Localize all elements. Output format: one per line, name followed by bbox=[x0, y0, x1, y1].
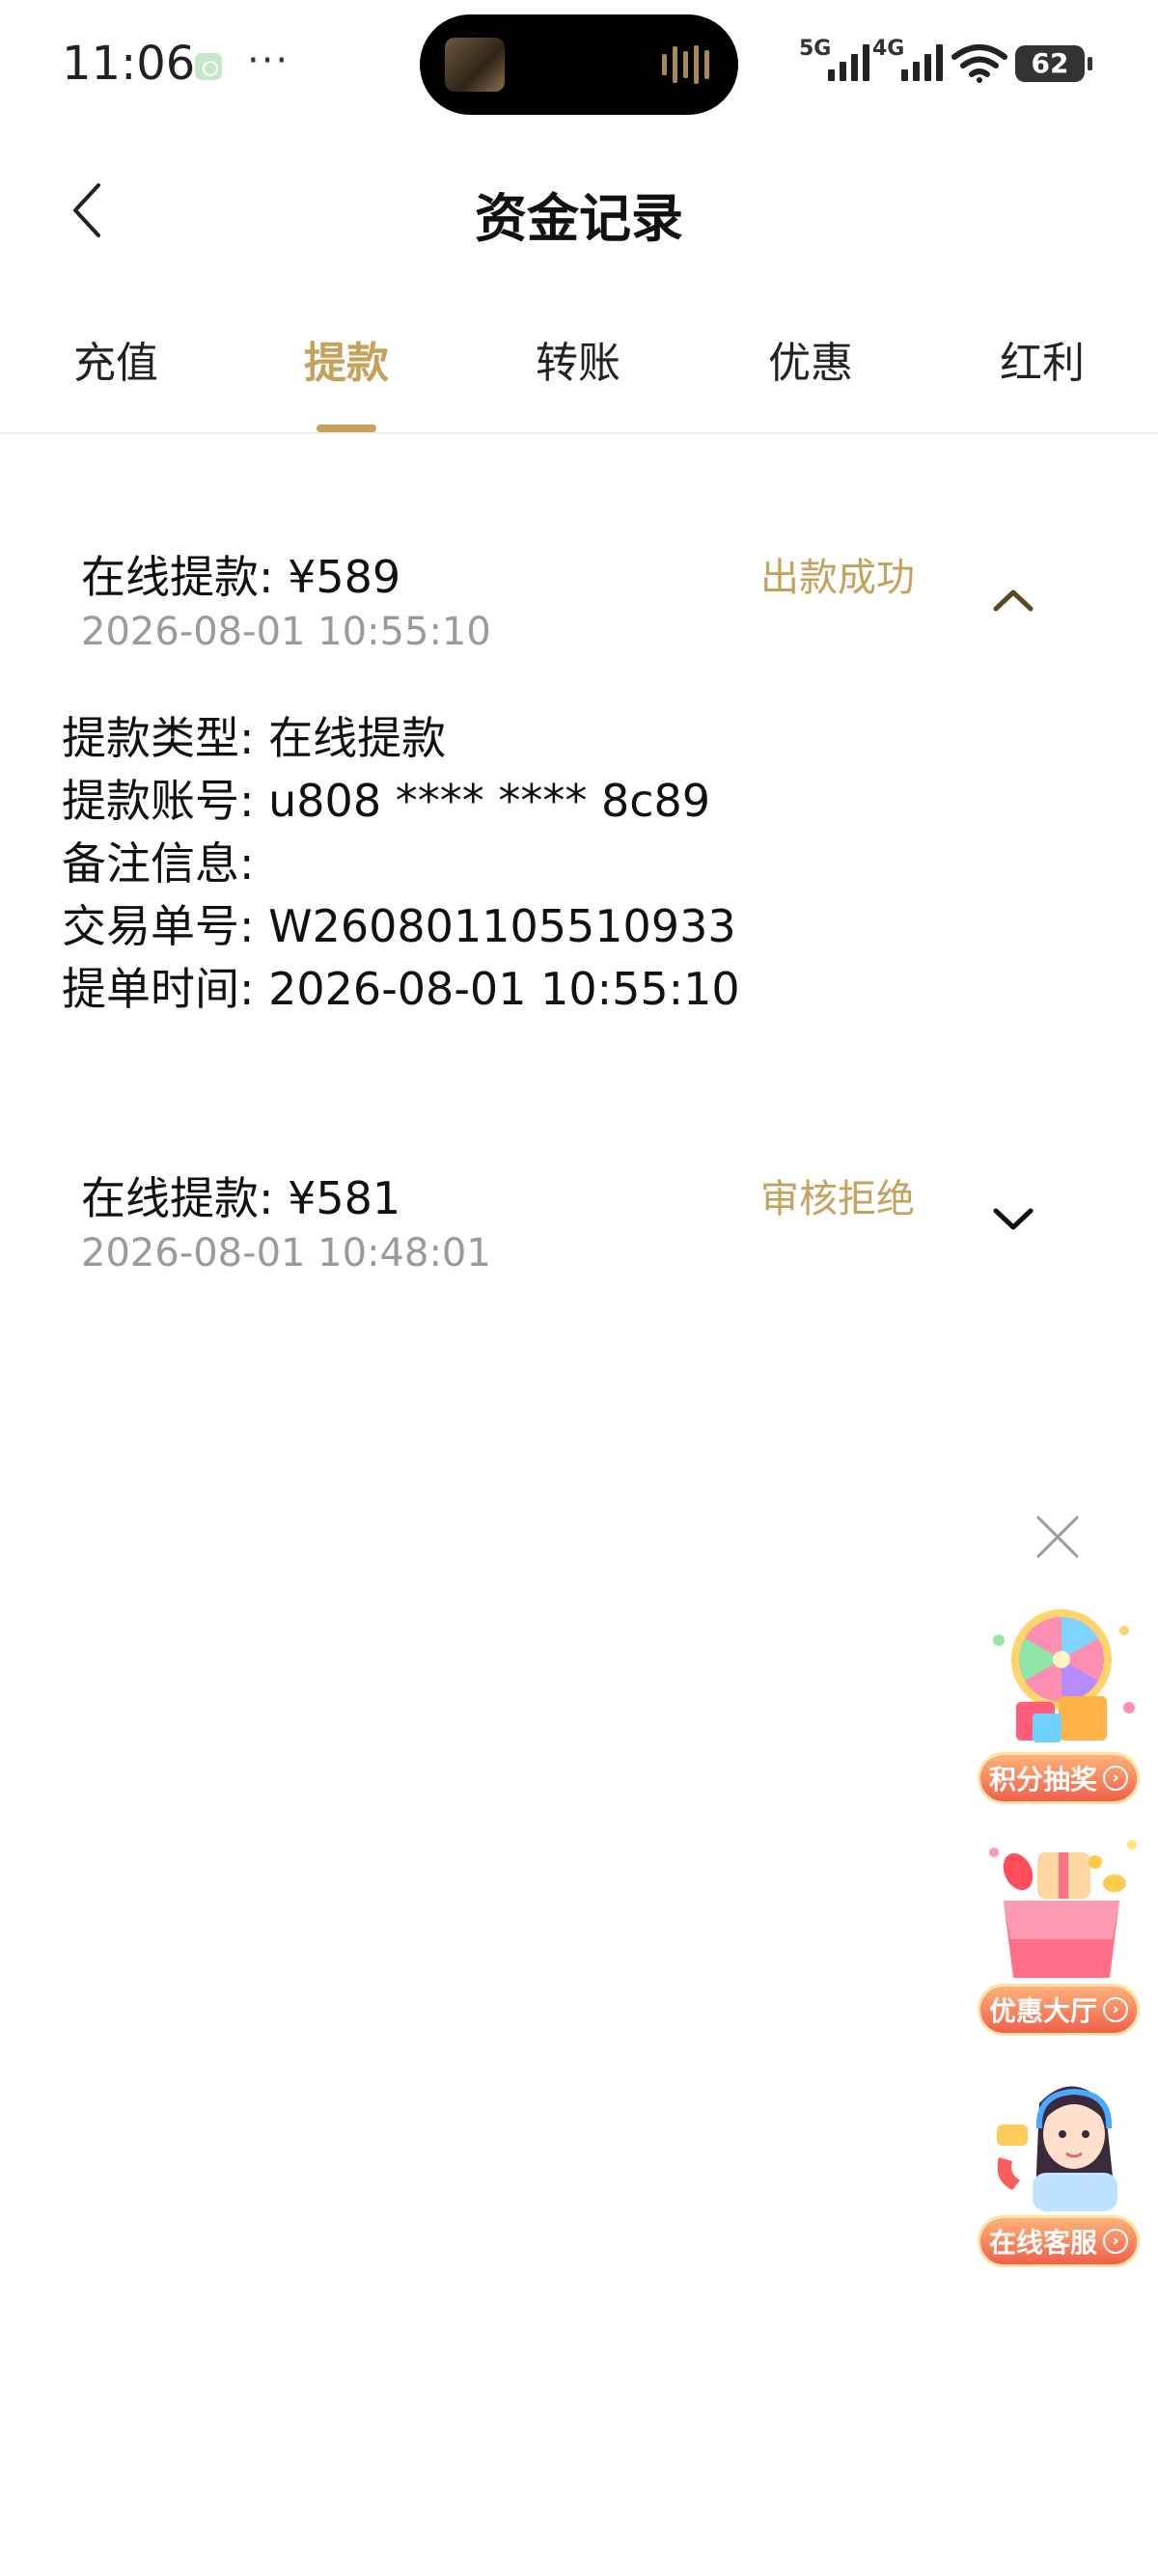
gift-box-icon bbox=[989, 1840, 1137, 1978]
record-time: 2026-08-01 10:48:01 bbox=[81, 1231, 491, 1275]
detail-label: 备注信息: bbox=[62, 837, 255, 890]
close-icon bbox=[1036, 1516, 1079, 1558]
withdrawal-record[interactable]: 在线提款: ¥581 2026-08-01 10:48:01 审核拒绝 bbox=[0, 1146, 1158, 1301]
withdrawal-record[interactable]: 在线提款: ¥589 2026-08-01 10:55:10 出款成功 提款类型… bbox=[0, 521, 1158, 1061]
chevron-right-icon: › bbox=[1103, 1997, 1128, 2022]
promo-label: 在线客服 › bbox=[978, 2215, 1140, 2267]
record-status: 出款成功 bbox=[760, 556, 915, 600]
wifi-icon bbox=[951, 44, 1007, 83]
record-title: 在线提款: ¥581 bbox=[81, 1172, 401, 1224]
record-type-tabs: 充值 提款 转账 优惠 红利 bbox=[0, 309, 1158, 434]
record-time: 2026-08-01 10:55:10 bbox=[81, 610, 491, 654]
collapse-toggle[interactable] bbox=[984, 571, 1042, 629]
media-thumbnail bbox=[445, 38, 505, 92]
status-bar: 11:06 ··· 5G 4G 62 bbox=[0, 0, 1158, 135]
chevron-down-icon bbox=[993, 1208, 1034, 1230]
record-details: 提款类型: 在线提款 提款账号: u808 **** **** 8c89 备注信… bbox=[62, 707, 740, 1021]
detail-remark: 备注信息: bbox=[62, 833, 740, 895]
tab-withdrawal[interactable]: 提款 bbox=[269, 328, 424, 390]
points-lottery-button[interactable]: 积分抽奖 › bbox=[970, 1602, 1153, 1814]
network-type-5g: 5G bbox=[799, 37, 832, 61]
chevron-up-icon bbox=[993, 589, 1034, 612]
prize-wheel-icon bbox=[993, 1609, 1135, 1742]
promo-label-text: 在线客服 bbox=[988, 2227, 1097, 2259]
record-status: 审核拒绝 bbox=[760, 1177, 915, 1221]
status-time: 11:06 bbox=[62, 37, 196, 91]
signal-bars-icon bbox=[901, 44, 943, 81]
detail-transaction-number: 交易单号: W260801105510933 bbox=[62, 895, 740, 958]
promo-label: 优惠大厅 › bbox=[978, 1984, 1140, 2036]
promo-label-text: 优惠大厅 bbox=[988, 1995, 1097, 2027]
promo-label: 积分抽奖 › bbox=[978, 1752, 1140, 1804]
detail-submit-time: 提单时间: 2026-08-01 10:55:10 bbox=[62, 958, 740, 1021]
detail-value: W260801105510933 bbox=[268, 900, 736, 952]
signal-bars-icon bbox=[828, 44, 869, 81]
detail-value: u808 **** **** 8c89 bbox=[268, 775, 711, 827]
detail-withdrawal-account: 提款账号: u808 **** **** 8c89 bbox=[62, 770, 740, 833]
app-notification-icon bbox=[195, 53, 222, 80]
chevron-right-icon: › bbox=[1103, 2229, 1128, 2254]
battery-indicator: 62 bbox=[1015, 45, 1092, 82]
tab-recharge[interactable]: 充值 bbox=[39, 328, 193, 390]
close-floating-button[interactable] bbox=[1031, 1510, 1085, 1564]
record-title: 在线提款: ¥589 bbox=[81, 551, 401, 603]
expand-toggle[interactable] bbox=[984, 1191, 1042, 1248]
active-tab-indicator bbox=[317, 425, 376, 432]
chevron-right-icon: › bbox=[1103, 1766, 1128, 1791]
dynamic-island[interactable] bbox=[420, 14, 738, 115]
detail-label: 提款账号: bbox=[62, 775, 255, 827]
detail-label: 提款类型: bbox=[62, 712, 255, 764]
promo-label-text: 积分抽奖 bbox=[988, 1764, 1097, 1795]
more-notifications-icon: ··· bbox=[247, 39, 290, 83]
detail-label: 交易单号: bbox=[62, 900, 255, 952]
online-customer-service-button[interactable]: 在线客服 › bbox=[970, 2065, 1153, 2277]
page-title: 资金记录 bbox=[475, 188, 683, 249]
tab-bonus[interactable]: 红利 bbox=[965, 328, 1119, 390]
tab-promotion[interactable]: 优惠 bbox=[733, 328, 888, 390]
detail-value: 2026-08-01 10:55:10 bbox=[268, 963, 740, 1015]
detail-withdrawal-type: 提款类型: 在线提款 bbox=[62, 707, 740, 770]
detail-label: 提单时间: bbox=[62, 963, 255, 1015]
detail-value: 在线提款 bbox=[268, 712, 447, 764]
network-type-4g: 4G bbox=[872, 37, 905, 61]
audio-visualizer-icon bbox=[662, 45, 709, 84]
promotion-hall-button[interactable]: 优惠大厅 › bbox=[970, 1833, 1153, 2045]
customer-service-icon bbox=[997, 2086, 1117, 2211]
tab-transfer[interactable]: 转账 bbox=[501, 328, 655, 390]
